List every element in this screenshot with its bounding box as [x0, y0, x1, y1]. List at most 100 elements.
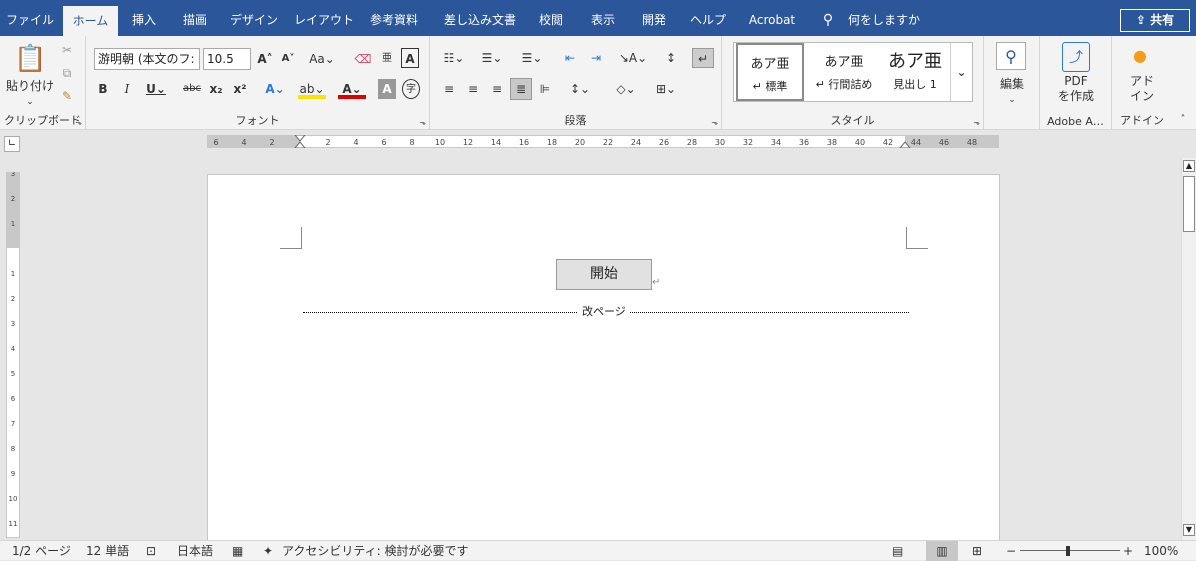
- format-painter-icon[interactable]: ✎: [58, 86, 76, 106]
- dialog-launcher-icon[interactable]: ⬎: [75, 118, 82, 127]
- scroll-up-icon[interactable]: ▲: [1183, 160, 1195, 172]
- read-mode-icon[interactable]: ▤: [892, 541, 903, 561]
- tab-developer[interactable]: 開発: [636, 0, 672, 36]
- create-pdf-button[interactable]: PDF を作成: [1044, 74, 1108, 106]
- collapse-ribbon-icon[interactable]: ˄: [1174, 110, 1192, 130]
- highlight-icon[interactable]: ab⌄: [298, 79, 326, 99]
- start-button[interactable]: 開始: [556, 259, 652, 290]
- zoom-level[interactable]: 100%: [1144, 541, 1178, 561]
- dialog-launcher-icon[interactable]: ⬎: [419, 118, 426, 127]
- accessibility-icon[interactable]: ✦: [263, 541, 273, 561]
- tab-insert[interactable]: 挿入: [126, 0, 162, 36]
- paste-icon[interactable]: 📋: [14, 42, 46, 76]
- subscript-icon[interactable]: x₂: [208, 79, 224, 99]
- language-status[interactable]: 日本語: [177, 541, 213, 561]
- scroll-down-icon[interactable]: ▼: [1183, 524, 1195, 536]
- addin-button[interactable]: アド イン: [1116, 74, 1168, 106]
- decrease-indent-icon[interactable]: ⇤: [560, 48, 580, 68]
- bold-icon[interactable]: B: [96, 79, 110, 99]
- dialog-launcher-icon[interactable]: ⬎: [973, 118, 980, 127]
- shrink-font-icon[interactable]: A˅: [279, 49, 297, 69]
- zoom-slider-thumb[interactable]: [1066, 546, 1070, 556]
- lightbulb-icon: ⚲: [822, 12, 834, 28]
- tab-acrobat[interactable]: Acrobat: [744, 0, 800, 36]
- align-right-icon[interactable]: ≡: [488, 79, 506, 99]
- show-formatting-marks-icon[interactable]: ↵: [692, 48, 714, 68]
- copy-icon[interactable]: ⧉: [58, 63, 76, 83]
- dialog-launcher-icon[interactable]: ⬎: [711, 118, 718, 127]
- web-layout-icon[interactable]: ⊞: [972, 541, 982, 561]
- tell-me-search[interactable]: 何をしますか: [848, 0, 920, 36]
- document-page[interactable]: 開始 ↵ 改ページ: [207, 174, 1000, 544]
- style-normal[interactable]: あア亜 ↵ 標準: [736, 43, 804, 101]
- zoom-slider[interactable]: [1020, 550, 1120, 551]
- tab-view[interactable]: 表示: [585, 0, 621, 36]
- tab-layout[interactable]: レイアウト: [294, 0, 354, 36]
- superscript-icon[interactable]: x²: [232, 79, 248, 99]
- grow-font-icon[interactable]: A˄: [256, 49, 274, 69]
- word-count[interactable]: 12 単語: [86, 541, 129, 561]
- search-icon[interactable]: ⚲: [996, 42, 1026, 70]
- proofing-icon[interactable]: ⊡: [146, 541, 156, 561]
- chevron-down-icon[interactable]: ⌄: [22, 92, 38, 112]
- sort-icon[interactable]: ↕: [662, 48, 680, 68]
- print-layout-icon[interactable]: ▥: [926, 541, 958, 561]
- increase-indent-icon[interactable]: ⇥: [586, 48, 606, 68]
- strikethrough-icon[interactable]: abc: [180, 79, 204, 99]
- italic-icon[interactable]: I: [120, 79, 134, 99]
- change-case-icon[interactable]: Aa⌄: [308, 49, 336, 69]
- addin-icon[interactable]: ●: [1130, 46, 1150, 66]
- style-no-spacing[interactable]: あア亜 ↵ 行間詰め: [808, 43, 880, 101]
- styles-more-icon[interactable]: ⌄: [950, 43, 972, 101]
- accessibility-status[interactable]: アクセシビリティ: 検討が必要です: [282, 541, 469, 561]
- macro-icon[interactable]: ▦: [232, 541, 243, 561]
- asian-layout-icon[interactable]: ↘A⌄: [618, 48, 648, 68]
- tab-mailings[interactable]: 差し込み文書: [440, 0, 520, 36]
- underline-icon[interactable]: U⌄: [144, 79, 168, 99]
- vruler-tick-label: 10: [9, 495, 18, 503]
- ruler-tick-label: 26: [659, 138, 669, 147]
- align-center-icon[interactable]: ≡: [464, 79, 482, 99]
- justify-icon[interactable]: ≣: [510, 78, 532, 100]
- page-break-label: 改ページ: [578, 303, 630, 319]
- page-count[interactable]: 1/2 ページ: [12, 541, 71, 561]
- scroll-thumb[interactable]: [1183, 176, 1195, 232]
- distributed-icon[interactable]: ⊫: [536, 79, 554, 99]
- tab-file[interactable]: ファイル: [5, 0, 55, 36]
- character-border-icon[interactable]: A: [401, 48, 419, 68]
- tab-draw[interactable]: 描画: [176, 0, 214, 36]
- share-button[interactable]: ⇪ 共有: [1120, 9, 1190, 32]
- tab-help[interactable]: ヘルプ: [686, 0, 730, 36]
- tab-design[interactable]: デザイン: [227, 0, 281, 36]
- font-name-box[interactable]: 游明朝 (本文のフ:: [94, 48, 200, 70]
- chevron-down-icon[interactable]: ⌄: [1004, 90, 1020, 110]
- multilevel-list-icon[interactable]: ☰⌄: [518, 48, 546, 68]
- tab-review[interactable]: 校閲: [533, 0, 569, 36]
- ruler-tick-label: 18: [547, 138, 557, 147]
- cut-icon[interactable]: ✂: [58, 40, 76, 60]
- line-spacing-icon[interactable]: ↕⌄: [566, 79, 594, 99]
- ruler-tick-label: 10: [435, 138, 445, 147]
- numbering-icon[interactable]: ☰⌄: [478, 48, 506, 68]
- ruler-tick-label: 14: [491, 138, 501, 147]
- ruler-tick-label: 42: [883, 138, 893, 147]
- zoom-out-icon[interactable]: −: [1006, 541, 1016, 561]
- font-size-box[interactable]: 10.5: [203, 48, 251, 70]
- bullets-icon[interactable]: ☷⌄: [440, 48, 468, 68]
- font-color-icon[interactable]: A⌄: [338, 79, 366, 99]
- tab-references[interactable]: 参考資料: [365, 0, 423, 36]
- zoom-in-icon[interactable]: +: [1123, 541, 1133, 561]
- style-heading-1[interactable]: あア亜 見出し 1: [882, 43, 948, 101]
- tab-selector-icon[interactable]: ∟: [4, 136, 20, 152]
- enclose-characters-icon[interactable]: 字: [402, 79, 420, 99]
- character-shading-icon[interactable]: A: [378, 79, 396, 99]
- shading-icon[interactable]: ◇⌄: [612, 79, 640, 99]
- vertical-scrollbar[interactable]: ▲ ▼: [1181, 158, 1196, 540]
- pdf-icon[interactable]: ⤴: [1062, 42, 1090, 72]
- clear-formatting-icon[interactable]: ⌫: [354, 49, 372, 69]
- borders-icon[interactable]: ⊞⌄: [652, 79, 680, 99]
- align-left-icon[interactable]: ≡: [440, 79, 458, 99]
- tab-home[interactable]: ホーム: [63, 6, 118, 36]
- phonetic-guide-icon[interactable]: 亜: [378, 49, 396, 69]
- text-effects-icon[interactable]: A⌄: [262, 79, 288, 99]
